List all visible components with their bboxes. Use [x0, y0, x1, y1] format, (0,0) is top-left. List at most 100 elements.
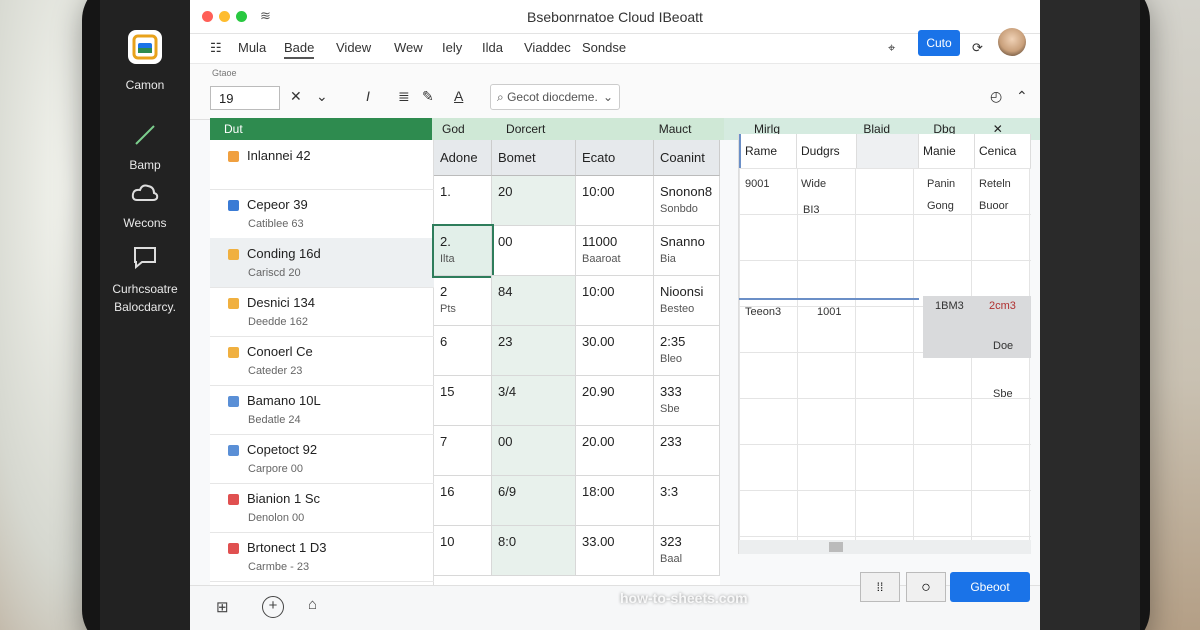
table-cell[interactable]: Snanno Bia [654, 226, 720, 276]
table-cell[interactable]: 10 [434, 526, 492, 576]
close-x-icon[interactable]: ✕ [290, 88, 302, 105]
menu-item-active[interactable]: Bade [284, 40, 315, 59]
plus-icon[interactable]: + [262, 596, 284, 618]
sidebar-item[interactable]: Conoerl Ce Cateder 23 [210, 336, 434, 386]
table-header[interactable]: Bomet [492, 140, 576, 176]
search-input[interactable]: ⌕ Gecot diocdeme. ⌄ [490, 84, 620, 110]
sidebar-item[interactable]: Cepeor 39 Catiblee 63 [210, 189, 434, 239]
grid2-cell[interactable]: Doe [993, 340, 1013, 352]
grid2-cell[interactable]: 1BM3 [935, 300, 964, 312]
grid2-cell[interactable]: Teeon3 [745, 306, 781, 318]
table-cell[interactable]: 323 Baal [654, 526, 720, 576]
grid-icon[interactable]: ⊞ [216, 598, 229, 616]
grid-menu-icon[interactable]: ☷ [210, 40, 222, 56]
table-cell[interactable]: 10:00 [576, 276, 654, 326]
sidebar-item[interactable]: Brtonect 1 D3 Carmbe - 23 [210, 532, 434, 582]
grid2-cell[interactable]: Panin [927, 178, 955, 190]
table-cell[interactable]: 6 [434, 326, 492, 376]
table-cell[interactable]: 23 [492, 326, 576, 376]
table-cell[interactable]: 8:0 [492, 526, 576, 576]
sidebar-item[interactable]: Bianion 1 Sc Denolon 00 [210, 483, 434, 533]
italic-icon[interactable]: I [366, 88, 370, 104]
sidebar-item-title: Cepeor 39 [247, 197, 308, 212]
collapse-icon[interactable]: ⌃ [1016, 88, 1028, 105]
menu-item[interactable]: Iely [442, 40, 462, 55]
scrollbar-thumb[interactable] [829, 542, 843, 552]
table-cell[interactable]: 2. Ilta [432, 224, 494, 278]
text-color-icon[interactable]: A [454, 88, 463, 104]
grid2-cell[interactable]: Reteln [979, 178, 1011, 190]
grid2-cell[interactable]: Buoor [979, 200, 1008, 212]
horizontal-scrollbar[interactable] [739, 540, 1031, 554]
menu-item[interactable]: Mula [238, 40, 266, 55]
menu-item[interactable]: Videw [336, 40, 371, 55]
menu-item[interactable]: Wew [394, 40, 423, 55]
table-cell[interactable]: 233 [654, 426, 720, 476]
circle-icon[interactable]: ○ [906, 572, 946, 602]
sidebar-item[interactable]: Bamano 10L Bedatle 24 [210, 385, 434, 435]
table-cell[interactable]: 18:00 [576, 476, 654, 526]
table-cell[interactable]: 1. [434, 176, 492, 226]
history-icon[interactable]: ◴ [990, 88, 1002, 105]
grid2-header[interactable]: Cenica [975, 134, 1031, 168]
sidebar-item[interactable]: Copetoct 92 Carpore 00 [210, 434, 434, 484]
column-header[interactable]: Dorcert [506, 122, 545, 136]
table-cell[interactable]: 20 [492, 176, 576, 226]
chevron-down-icon[interactable]: ⌄ [316, 88, 328, 105]
table-cell[interactable]: 10:00 [576, 176, 654, 226]
grid2-header[interactable]: Dudgrs [797, 134, 857, 168]
sidebar-item[interactable]: Conding 16d Cariscd 20 [210, 238, 434, 288]
refresh-icon[interactable]: ⟳ [972, 40, 983, 56]
table-cell[interactable]: 16 [434, 476, 492, 526]
view-toggle-button[interactable]: ⁞⁞ [860, 572, 900, 602]
table-cell[interactable]: 3:3 [654, 476, 720, 526]
table-cell[interactable]: 2 Pts [434, 276, 492, 326]
grid2-cell[interactable]: Gong [927, 200, 954, 212]
table-header[interactable]: Ecato [576, 140, 654, 176]
column-header[interactable]: Mauct [659, 122, 692, 136]
column-header[interactable]: God [442, 122, 465, 136]
table-cell[interactable]: 11000 Baaroat [576, 226, 654, 276]
menu-item[interactable]: Sondse [582, 40, 626, 55]
avatar[interactable] [998, 28, 1026, 56]
table-cell[interactable]: 333 Sbe [654, 376, 720, 426]
fill-icon[interactable]: ✎ [422, 88, 434, 105]
table-cell[interactable]: 84 [492, 276, 576, 326]
grid2-cell[interactable]: BI3 [803, 204, 820, 216]
menu-item[interactable]: Ilda [482, 40, 503, 55]
grid2-header[interactable]: Rame [739, 134, 797, 168]
table-cell[interactable]: 20.00 [576, 426, 654, 476]
table-header[interactable]: Coanint [654, 140, 720, 176]
grid2-cell[interactable]: Sbe [993, 388, 1013, 400]
home-icon[interactable]: ⌂ [308, 596, 317, 613]
table-header[interactable]: Adone [434, 140, 492, 176]
table-cell[interactable]: 33.00 [576, 526, 654, 576]
table-cell[interactable]: 3/4 [492, 376, 576, 426]
grid2-header[interactable]: Manie [919, 134, 975, 168]
sidebar-item[interactable]: Inlannei 42 [210, 140, 434, 190]
grid2-header[interactable] [857, 134, 919, 168]
camera-icon[interactable]: ⌖ [888, 40, 895, 56]
grid2-cell[interactable]: 9001 [745, 178, 769, 190]
table-cell[interactable]: 20.90 [576, 376, 654, 426]
grid2-cell[interactable]: Wide [801, 178, 826, 190]
share-button[interactable]: Cuto [918, 30, 960, 56]
sidebar-item[interactable]: Desnici 134 Deedde 162 [210, 287, 434, 337]
cell-value: 84 [498, 284, 513, 299]
menu-item[interactable]: Viaddec [524, 40, 571, 55]
cell-reference-input[interactable]: 19 [210, 86, 280, 110]
table-cell[interactable]: 15 [434, 376, 492, 426]
table-cell[interactable]: 00 [492, 426, 576, 476]
column-header-active[interactable]: Dut [210, 118, 432, 140]
table-cell[interactable]: Snonon8 Sonbdo [654, 176, 720, 226]
grid2-cell[interactable]: 2cm3 [989, 300, 1016, 312]
table-cell[interactable]: 7 [434, 426, 492, 476]
table-cell[interactable]: 6/9 [492, 476, 576, 526]
grid2-cell[interactable]: 1001 [817, 306, 841, 318]
table-cell[interactable]: 00 [492, 226, 576, 276]
table-cell[interactable]: 2:35 Bleo [654, 326, 720, 376]
primary-action-button[interactable]: Gbeoot [950, 572, 1030, 602]
table-cell[interactable]: 30.00 [576, 326, 654, 376]
table-cell[interactable]: Nioonsi Besteo [654, 276, 720, 326]
align-icon[interactable]: ≣ [398, 88, 410, 105]
